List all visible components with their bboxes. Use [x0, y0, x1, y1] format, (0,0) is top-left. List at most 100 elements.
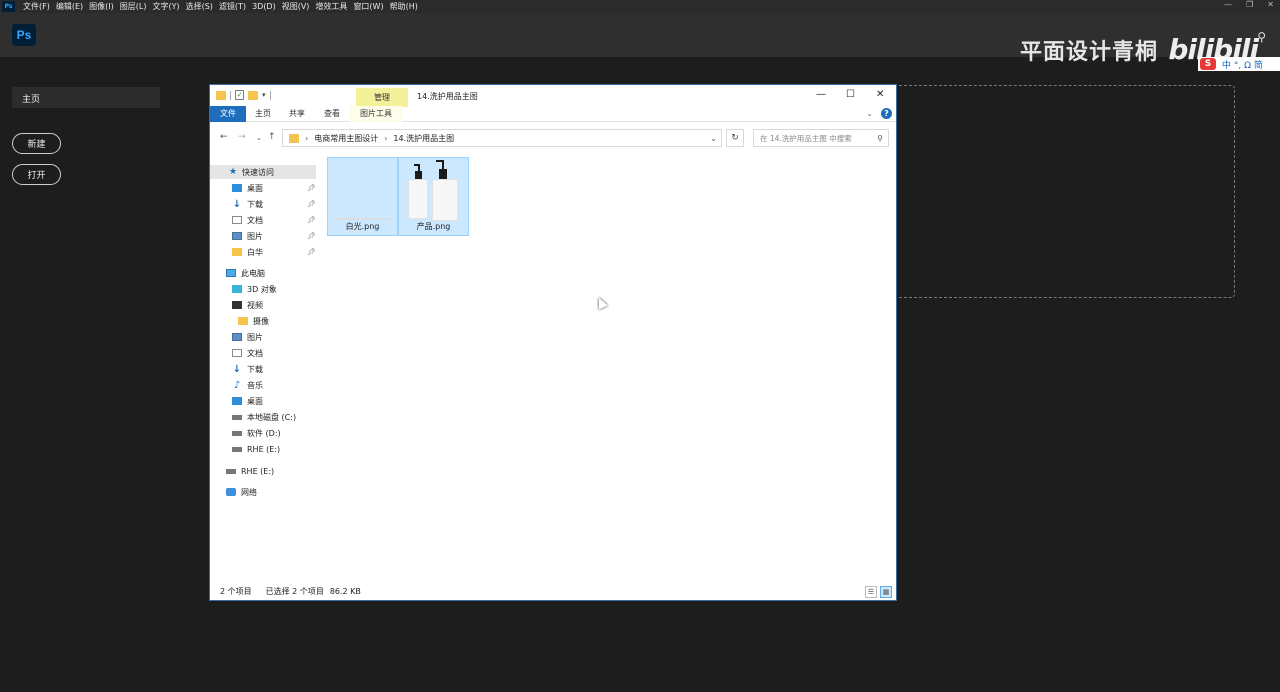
separator: [269, 90, 271, 100]
menu-layer[interactable]: 图层(L): [120, 1, 147, 12]
nav-this-pc[interactable]: 此电脑: [226, 266, 265, 280]
nav-pictures[interactable]: 图片 📌︎: [232, 229, 316, 243]
pump-nozzle: [414, 164, 420, 166]
nav-label: 图片: [247, 332, 263, 342]
nav-pc-desktop[interactable]: 桌面: [232, 394, 263, 408]
menu-help[interactable]: 帮助(H): [390, 1, 418, 12]
explorer-titlebar[interactable]: ✓ ▾ 管理 14.洗护用品主图 — ☐ ✕: [210, 85, 896, 107]
address-bar[interactable]: › 电商常用主图设计 › 14.洗护用品主图 ⌄: [282, 129, 722, 147]
menu-plugins[interactable]: 增效工具: [315, 1, 347, 12]
nav-drive-c[interactable]: 本地磁盘 (C:): [232, 410, 296, 424]
nav-label: 快速访问: [242, 167, 274, 177]
nav-pc-pictures[interactable]: 图片: [232, 330, 263, 344]
tab-picture-tools[interactable]: 图片工具: [350, 105, 402, 122]
minimize-icon[interactable]: —: [1224, 0, 1232, 9]
open-button[interactable]: 打开: [12, 164, 61, 185]
menu-3d[interactable]: 3D(D): [252, 2, 276, 11]
restore-icon[interactable]: ❐: [1246, 0, 1253, 9]
nav-3d-objects[interactable]: 3D 对象: [232, 282, 277, 296]
menu-window[interactable]: 窗口(W): [353, 1, 383, 12]
file-item-chanpin[interactable]: 产品.png: [398, 157, 469, 236]
chevron-down-icon[interactable]: ⌄: [710, 134, 717, 143]
address-row: ← → ⌄ ↑ › 电商常用主图设计 › 14.洗护用品主图 ⌄ ↻ 在 14.…: [210, 127, 896, 149]
menu-view[interactable]: 视图(V): [282, 1, 310, 12]
back-arrow-icon[interactable]: ←: [220, 132, 228, 142]
menu-filter[interactable]: 滤镜(T): [219, 1, 246, 12]
music-note-icon: ♪: [233, 379, 241, 391]
search-icon[interactable]: ⚲: [877, 134, 883, 143]
minimize-icon[interactable]: —: [816, 89, 826, 100]
customize-dropdown-icon[interactable]: ▾: [262, 91, 266, 99]
menu-image[interactable]: 图像(I): [89, 1, 114, 12]
chevron-right-icon[interactable]: ›: [305, 134, 308, 143]
new-button[interactable]: 新建: [12, 133, 61, 154]
ps-menubar: Ps 文件(F) 编辑(E) 图像(I) 图层(L) 文字(Y) 选择(S) 滤…: [0, 0, 1280, 13]
drive-icon: [226, 468, 236, 474]
breadcrumb-1[interactable]: 电商常用主图设计: [314, 133, 378, 144]
nav-label: 桌面: [247, 396, 263, 406]
tab-share[interactable]: 共享: [280, 106, 314, 122]
refresh-icon[interactable]: ↻: [726, 129, 744, 147]
new-folder-icon[interactable]: [248, 90, 258, 100]
forward-arrow-icon[interactable]: →: [238, 132, 246, 142]
chevron-right-icon[interactable]: ›: [384, 134, 387, 143]
bottle-small: [408, 179, 428, 219]
file-item-baiguang[interactable]: 白光.png: [327, 157, 398, 236]
pin-icon[interactable]: 📌︎: [307, 216, 316, 224]
help-icon[interactable]: ?: [881, 108, 892, 119]
nav-camera[interactable]: 摄像: [238, 314, 269, 328]
nav-drive-e[interactable]: RHE (E:): [232, 442, 280, 456]
nav-pc-documents[interactable]: 文档: [232, 346, 263, 360]
sogou-icon[interactable]: S: [1200, 58, 1216, 70]
search-icon[interactable]: ⚲: [1257, 30, 1266, 44]
tab-home[interactable]: 主页: [246, 106, 280, 122]
nav-pc-downloads[interactable]: ↓ 下载: [232, 362, 263, 376]
ime-status[interactable]: 中 °, Ω 简: [1222, 58, 1263, 71]
close-icon[interactable]: ✕: [1267, 0, 1274, 9]
menu-file[interactable]: 文件(F): [23, 1, 50, 12]
tab-file[interactable]: 文件: [210, 105, 246, 122]
cube-icon: [232, 285, 242, 293]
details-view-icon[interactable]: ☰: [865, 586, 877, 598]
search-input[interactable]: 在 14.洗护用品主图 中搜索 ⚲: [753, 129, 889, 147]
pin-icon[interactable]: 📌︎: [307, 184, 316, 192]
nav-drive-d[interactable]: 软件 (D:): [232, 426, 281, 440]
file-explorer-window: ✓ ▾ 管理 14.洗护用品主图 — ☐ ✕ 文件 主页 共享 查看 图片工具 …: [209, 84, 897, 601]
properties-icon[interactable]: ✓: [235, 90, 244, 100]
nav-label: 下载: [247, 364, 263, 374]
tab-view[interactable]: 查看: [314, 106, 350, 122]
download-icon: ↓: [232, 363, 242, 375]
nav-quick-access[interactable]: ★ 快速访问: [210, 165, 316, 179]
recent-dropdown-icon[interactable]: ⌄: [256, 134, 262, 142]
bottle-large: [432, 179, 458, 221]
nav-desktop[interactable]: 桌面 📌︎: [232, 181, 316, 195]
nav-label: 摄像: [253, 316, 269, 326]
nav-rhe-drive[interactable]: RHE (E:): [226, 464, 274, 478]
nav-downloads[interactable]: ↓ 下载 📌︎: [232, 197, 316, 211]
nav-network[interactable]: 网络: [226, 485, 257, 499]
ps-logo: Ps: [12, 24, 36, 46]
menu-select[interactable]: 选择(S): [186, 1, 213, 12]
nav-videos[interactable]: 视频: [232, 298, 263, 312]
folder-icon: [232, 248, 242, 256]
drive-icon: [232, 430, 242, 436]
ps-mini-logo: Ps: [2, 1, 15, 12]
menu-edit[interactable]: 编辑(E): [56, 1, 83, 12]
pin-icon[interactable]: 📌︎: [307, 232, 316, 240]
ps-drop-zone[interactable]: [880, 85, 1235, 298]
breadcrumb-2[interactable]: 14.洗护用品主图: [393, 133, 454, 144]
manage-tab[interactable]: 管理: [356, 88, 408, 107]
nav-documents[interactable]: 文档 📌︎: [232, 213, 316, 227]
menu-type[interactable]: 文字(Y): [152, 1, 179, 12]
up-arrow-icon[interactable]: ↑: [268, 132, 276, 142]
expand-ribbon-icon[interactable]: ⌄: [866, 109, 873, 118]
close-icon[interactable]: ✕: [876, 89, 884, 100]
maximize-icon[interactable]: ☐: [846, 89, 855, 100]
nav-baihua[interactable]: 白华 📌︎: [232, 245, 316, 259]
pin-icon[interactable]: 📌︎: [307, 200, 316, 208]
nav-music[interactable]: ♪ 音乐: [232, 378, 263, 392]
ps-home-tab[interactable]: 主页: [12, 87, 160, 108]
window-title: 14.洗护用品主图: [417, 92, 478, 101]
large-icons-view-icon[interactable]: ▦: [880, 586, 892, 598]
pin-icon[interactable]: 📌︎: [307, 248, 316, 256]
